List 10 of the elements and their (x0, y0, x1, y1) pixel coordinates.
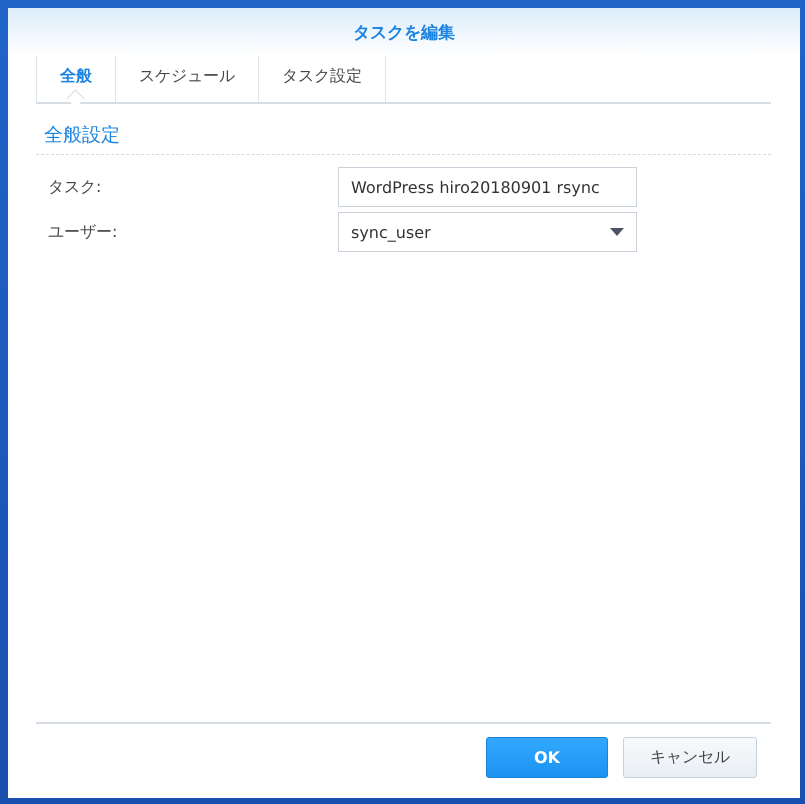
caret-icon (610, 228, 624, 236)
tab[interactable]: タスク設定 (258, 56, 386, 102)
window-title: タスクを編集 (353, 22, 455, 44)
dropdown-field[interactable]: sync_user (338, 212, 637, 252)
field-label: タスク: (47, 176, 102, 198)
section-title: 全般設定 (36, 104, 771, 155)
field-label: ユーザー: (47, 222, 118, 242)
input-field[interactable]: WordPress hiro20180901 rsync (338, 167, 637, 207)
cancel-button[interactable]: キャンセル (623, 737, 757, 778)
tab[interactable]: スケジュール (115, 56, 258, 102)
